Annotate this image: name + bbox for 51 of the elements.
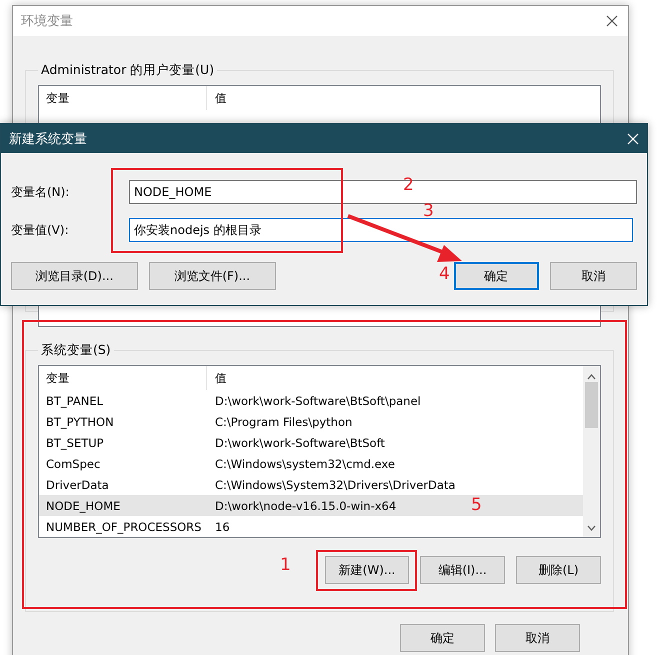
table-row[interactable]: BT_PYTHON C:\Program Files\python bbox=[39, 411, 583, 432]
close-icon[interactable] bbox=[606, 15, 618, 27]
table-row[interactable]: NODE_HOME D:\work\node-v16.15.0-win-x64 5 bbox=[39, 495, 583, 516]
table-cell-text: DriverData bbox=[45, 478, 110, 492]
table-cell-text: ComSpec bbox=[45, 456, 102, 470]
table-cell-text: NODE_HOME bbox=[45, 498, 122, 512]
dialog-button[interactable]: 新建(W)... bbox=[325, 556, 409, 584]
dialog-button[interactable]: 取消 bbox=[550, 262, 637, 290]
table-cell-text: 16 bbox=[214, 520, 230, 534]
column-header[interactable]: 值 bbox=[207, 90, 227, 106]
table-cell-text: D:\work\work-Software\BtSoft\panel bbox=[214, 394, 421, 408]
dialog-button[interactable]: 删除(L) bbox=[516, 556, 601, 584]
step-number: 1 bbox=[280, 558, 291, 572]
table-row[interactable]: ComSpec C:\Windows\system32\cmd.exe bbox=[39, 453, 583, 474]
dialog-title: 新建系统变量 bbox=[9, 130, 87, 148]
table-cell-text: C:\Windows\System32\Drivers\DriverData bbox=[214, 478, 456, 492]
dialog-button[interactable]: 确定 bbox=[454, 262, 539, 290]
step-number: 2 bbox=[403, 178, 414, 192]
group-label: 系统变量(S) bbox=[40, 342, 112, 359]
dialog-button[interactable]: 浏览目录(D)... bbox=[11, 262, 138, 290]
field-label: 变量值(V): bbox=[11, 222, 70, 238]
step-number: 3 bbox=[423, 204, 434, 218]
dialog-button[interactable]: 确定 bbox=[400, 624, 485, 652]
table-cell-text: C:\Windows\system32\cmd.exe bbox=[214, 456, 395, 470]
dialog-button[interactable]: 编辑(I)... bbox=[420, 556, 505, 584]
table-cell-text: BT_PANEL bbox=[45, 394, 104, 408]
dialog-button[interactable]: 浏览文件(F)... bbox=[148, 262, 276, 290]
table-cell-text: BT_SETUP bbox=[45, 436, 105, 450]
scroll-up-icon[interactable] bbox=[587, 374, 596, 380]
table-cell-text: D:\work\work-Software\BtSoft bbox=[214, 436, 385, 450]
window-title: 环境变量 bbox=[21, 13, 73, 30]
table-row[interactable]: BT_PANEL D:\work\work-Software\BtSoft\panel bbox=[39, 390, 583, 411]
scroll-thumb[interactable] bbox=[585, 382, 598, 428]
table-cell-text: D:\work\node-v16.15.0-win-x64 bbox=[214, 498, 396, 512]
step-number: 5 bbox=[471, 498, 482, 512]
scroll-down-icon[interactable] bbox=[587, 525, 596, 531]
table-cell-text: C:\Program Files\python bbox=[214, 414, 352, 428]
table-cell-text: NUMBER_OF_PROCESSORS bbox=[45, 520, 202, 534]
table-row[interactable]: BT_SETUP D:\work\work-Software\BtSoft bbox=[39, 432, 583, 453]
dialog-button[interactable]: 取消 bbox=[495, 624, 580, 652]
column-header[interactable]: 变量 bbox=[39, 86, 207, 110]
input-field[interactable]: 你安装nodejs 的根目录 bbox=[129, 218, 633, 242]
step-number: 4 bbox=[439, 267, 450, 281]
group-label: Administrator 的用户变量(U) bbox=[40, 62, 216, 79]
table-row[interactable]: NUMBER_OF_PROCESSORS 16 bbox=[39, 516, 583, 537]
column-header[interactable]: 值 bbox=[207, 370, 227, 386]
table-cell-text: BT_PYTHON bbox=[45, 414, 115, 428]
table-row[interactable]: DriverData C:\Windows\System32\Drivers\DriverData bbox=[39, 474, 583, 495]
field-label: 变量名(N): bbox=[11, 184, 70, 200]
column-header[interactable]: 变量 bbox=[39, 366, 207, 390]
scrollbar[interactable] bbox=[583, 366, 600, 537]
